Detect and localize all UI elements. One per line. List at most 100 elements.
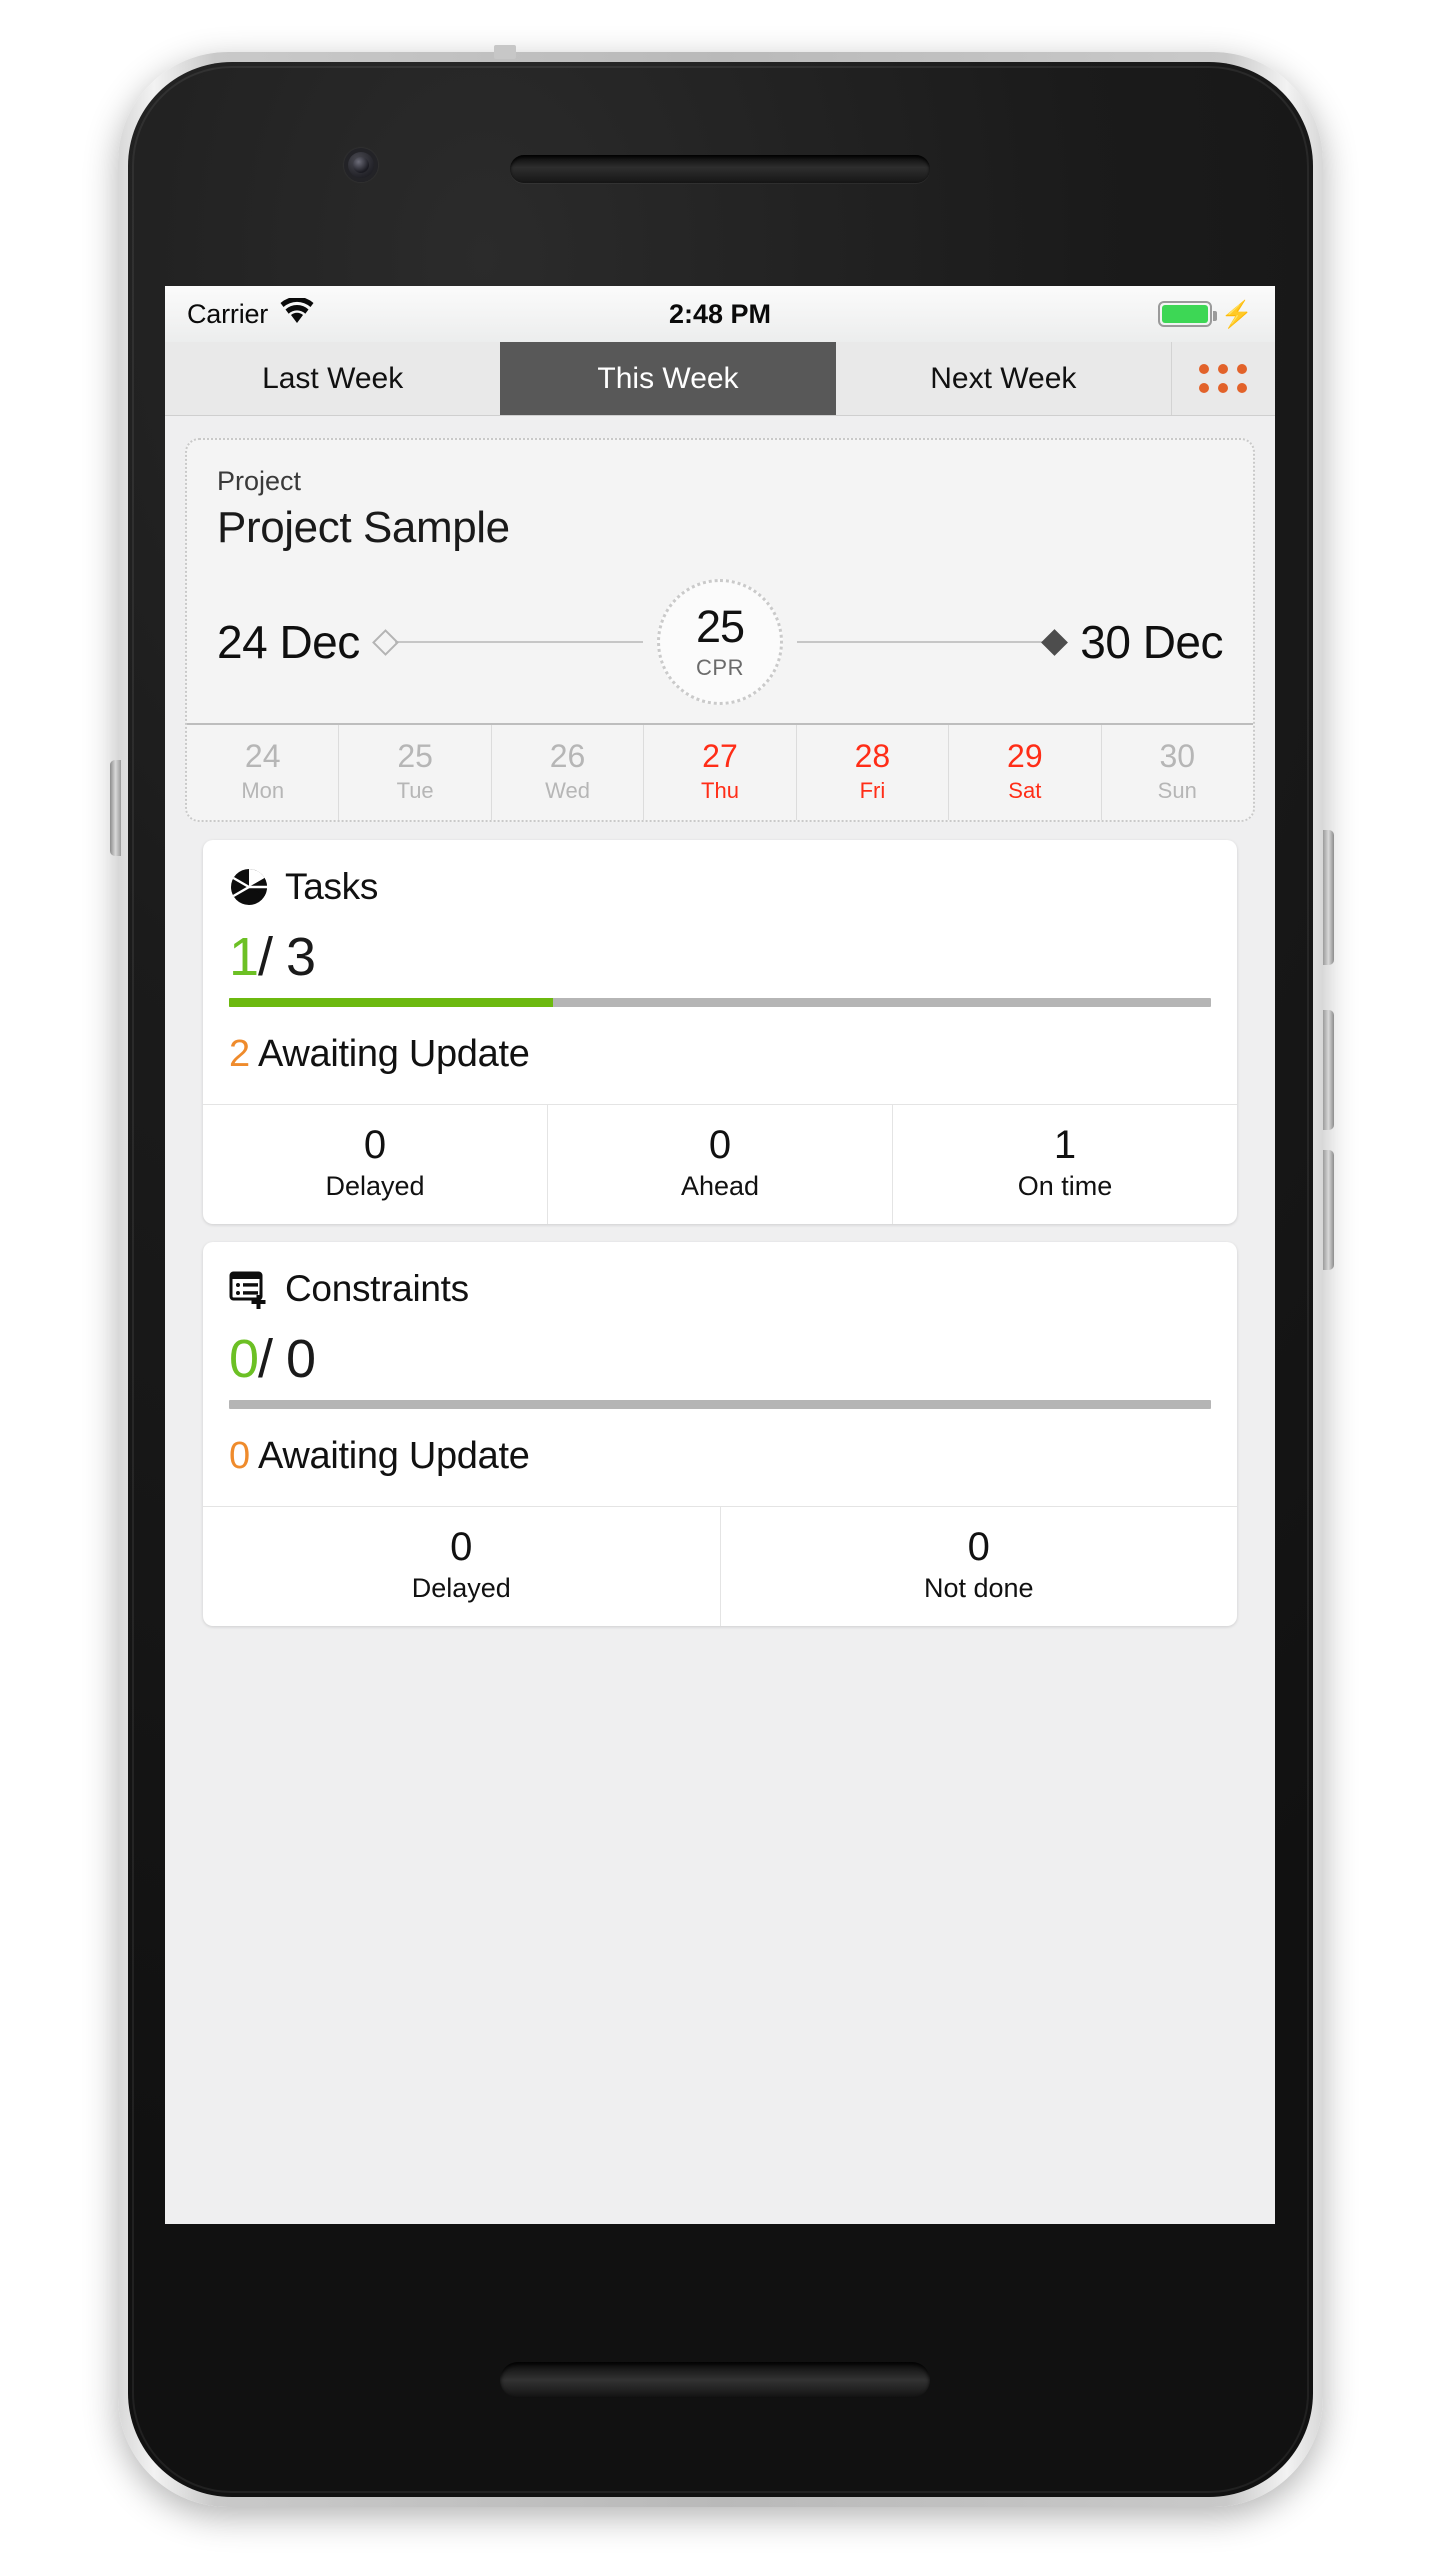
stat-label: Delayed [411,1573,511,1604]
day-name: Sun [1157,778,1197,804]
screenshot-stage: Carrier 2:48 PM ⚡ Last Week This Week Ne… [0,0,1440,2560]
project-label: Project [217,466,302,496]
main-content: Project Project Sample 24 Dec 25 CPR 30 … [165,416,1275,1666]
carrier-label: Carrier [187,298,269,329]
range-line-right [797,641,1046,643]
day-cell-30[interactable]: 30 Sun [1100,725,1253,821]
lightning-bolt-icon: ⚡ [1220,299,1253,329]
tasks-progress-bar [229,998,1211,1008]
day-number: 24 [244,738,281,774]
stat-label: Delayed [325,1171,425,1202]
front-camera-icon [344,148,378,182]
status-bar-right: ⚡ [1157,299,1253,329]
constraints-done-count: 0 [229,1329,259,1390]
tasks-card-title: Tasks [285,866,379,908]
tasks-stats-row: 0 Delayed 0 Ahead 1 On time [203,1104,1237,1225]
day-cell-24[interactable]: 24 Mon [187,725,338,820]
earpiece-speaker [510,155,930,183]
cpr-number: 25 [695,600,745,652]
day-name: Mon [241,778,285,804]
power-button[interactable] [1323,830,1334,965]
range-start-marker-icon [371,628,399,656]
constraints-stat-not-done[interactable]: 0 Not done [719,1507,1238,1627]
volume-down-button[interactable] [1323,1150,1334,1270]
constraints-total-count: / 0 [258,1329,316,1390]
stat-value: 0 [967,1525,990,1570]
grid-menu-button[interactable] [1170,342,1275,415]
stat-label: Ahead [680,1171,760,1202]
constraints-awaiting-count: 0 [229,1435,250,1478]
constraints-awaiting-label: Awaiting Update [258,1435,530,1478]
tab-this-week[interactable]: This Week [500,342,836,415]
tasks-total-count: / 3 [258,927,316,988]
mute-switch[interactable] [110,760,121,856]
range-end-marker-icon [1041,628,1069,656]
battery-full-icon [1157,301,1217,327]
day-name: Tue [396,778,434,804]
cpr-marker[interactable]: 25 CPR [657,579,783,705]
project-summary-card[interactable]: Project Project Sample 24 Dec 25 CPR 30 … [185,438,1255,823]
project-name: Project Sample [217,503,510,552]
tab-last-week[interactable]: Last Week [165,342,501,415]
day-number: 25 [397,738,433,774]
day-number: 29 [1007,738,1043,774]
constraints-ratio: 0/ 0 [203,1314,1237,1400]
wifi-icon [280,296,314,331]
content-bottom-spacer [185,1626,1255,1666]
tasks-ratio: 1/ 3 [203,912,1237,998]
grid-dots-icon [1199,364,1248,393]
day-name: Thu [701,778,739,804]
tasks-card-header: Tasks [203,840,1237,912]
cpr-label: CPR [696,654,744,680]
tasks-stat-delayed[interactable]: 0 Delayed [203,1105,547,1224]
status-bar: Carrier 2:48 PM ⚡ [165,286,1275,342]
stat-value: 0 [708,1123,732,1168]
constraints-progress-bar [229,1400,1211,1410]
tasks-stat-ahead[interactable]: 0 Ahead [547,1105,892,1225]
constraints-awaiting-row: 0 Awaiting Update [203,1409,1237,1506]
pie-chart-icon [229,867,269,907]
day-number: 30 [1159,738,1196,774]
day-cell-28[interactable]: 28 Fri [795,725,948,821]
day-number: 28 [854,738,891,774]
tasks-awaiting-count: 2 [229,1033,250,1076]
tasks-card[interactable]: Tasks 1/ 3 2 Awaiting Update 0 Delayed 0… [203,840,1237,1225]
tasks-awaiting-row: 2 Awaiting Update [203,1007,1237,1104]
tab-next-week[interactable]: Next Week [835,342,1171,415]
project-card-inner: Project Project Sample 24 Dec 25 CPR 30 … [187,440,1253,723]
status-bar-left: Carrier [187,296,314,331]
day-number: 26 [549,738,586,774]
antenna-nub [494,45,516,59]
constraints-card-header: Constraints [203,1242,1237,1314]
bottom-speaker [500,2362,930,2398]
day-name: Sat [1008,778,1042,804]
constraints-card-title: Constraints [285,1268,469,1310]
date-range-row: 24 Dec 25 CPR 30 Dec [217,567,1223,717]
tasks-awaiting-label: Awaiting Update [258,1033,530,1076]
range-track-left [371,628,643,656]
day-cell-29[interactable]: 29 Sat [948,725,1100,821]
day-cell-25[interactable]: 25 Tue [338,725,490,821]
tasks-progress-fill [229,998,554,1008]
day-cell-27[interactable]: 27 Thu [643,725,795,821]
tasks-done-count: 1 [229,927,259,988]
range-end-date: 30 Dec [1080,616,1223,668]
list-add-icon [229,1269,269,1310]
tasks-stat-on-time[interactable]: 1 On time [892,1105,1237,1225]
volume-up-button[interactable] [1323,1010,1334,1130]
constraints-card[interactable]: Constraints 0/ 0 0 Awaiting Update 0 Del… [203,1242,1238,1627]
range-line-left [394,641,643,643]
day-cell-26[interactable]: 26 Wed [490,725,643,821]
day-name: Wed [545,778,590,804]
stat-value: 0 [450,1525,473,1570]
constraints-stat-delayed[interactable]: 0 Delayed [203,1507,720,1626]
day-name: Fri [859,778,886,804]
week-tab-bar: Last Week This Week Next Week [165,342,1275,416]
constraints-stats-row: 0 Delayed 0 Not done [203,1506,1238,1627]
battery-fill [1161,305,1208,323]
phone-screen: Carrier 2:48 PM ⚡ Last Week This Week Ne… [165,286,1275,2224]
stat-value: 1 [1053,1123,1077,1168]
stat-label: Not done [923,1573,1034,1604]
day-number: 27 [702,738,738,774]
stat-value: 0 [363,1123,387,1168]
